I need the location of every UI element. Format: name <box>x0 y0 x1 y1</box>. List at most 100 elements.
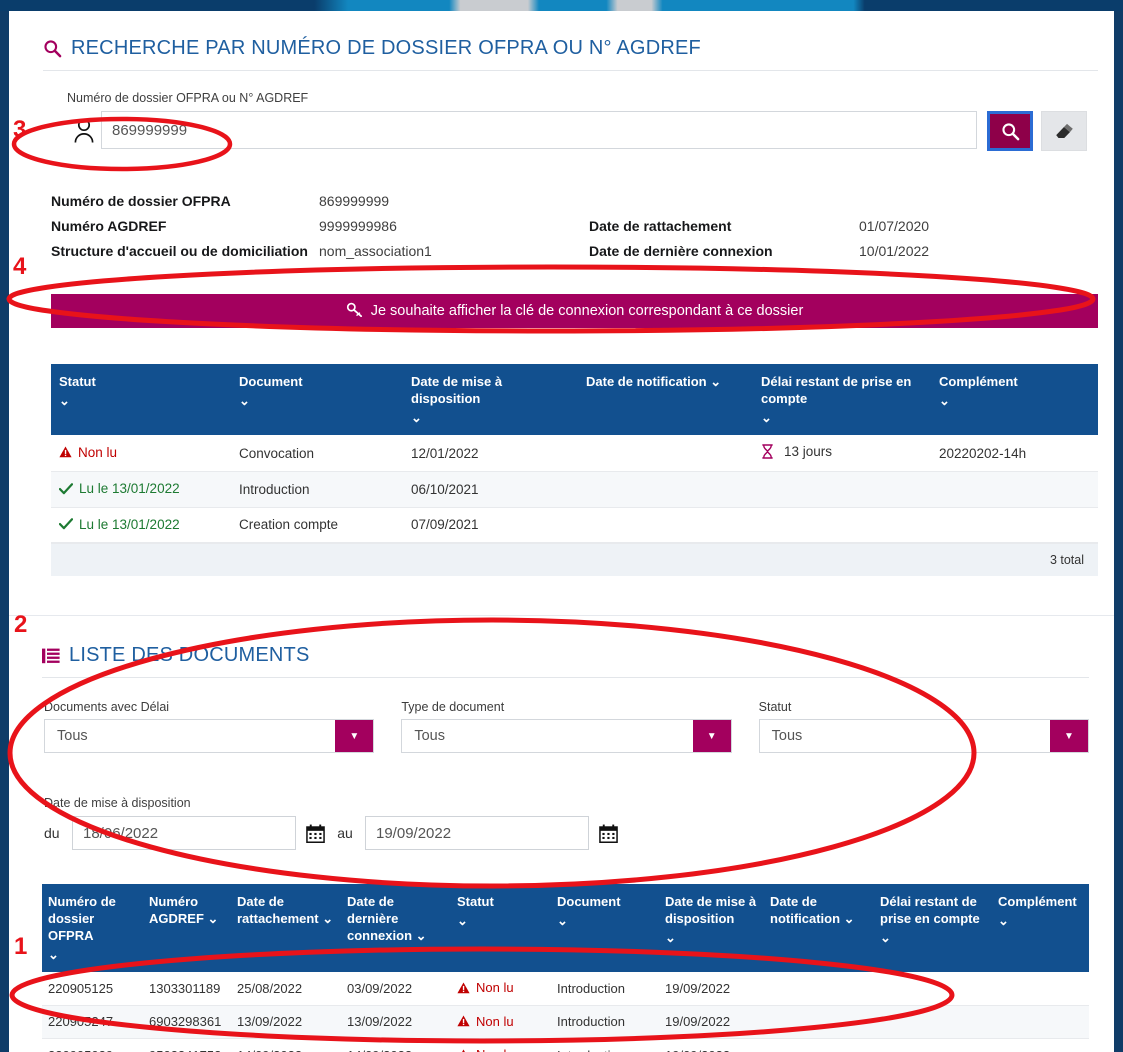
detail-value-derniere-connexion: 10/01/2022 <box>859 243 1059 260</box>
show-connection-key-label: Je souhaite afficher la clé de connexion… <box>371 303 804 319</box>
col-label: Date de notification <box>770 894 840 926</box>
cell-date-notif <box>578 472 753 508</box>
search-button[interactable] <box>987 111 1033 151</box>
window-right-border <box>1114 11 1123 1052</box>
date-range-label: Date de mise à disposition <box>44 796 664 810</box>
check-icon <box>59 518 73 530</box>
col-delai[interactable]: Délai restant de prise en compte ⌄ <box>753 364 931 435</box>
col-statut[interactable]: Statut ⌄ <box>451 884 551 972</box>
date-range-filter: Date de mise à disposition du au <box>44 796 664 850</box>
col-label: Statut <box>457 894 494 909</box>
filter-label: Type de document <box>401 700 731 714</box>
filter-select-documents-avec-delai[interactable]: Tous ▼ <box>44 719 374 753</box>
col-date-mise[interactable]: Date de mise à disposition ⌄ <box>403 364 578 435</box>
col-numero-dossier-ofpra[interactable]: Numéro de dossier OFPRA⌄ <box>42 884 143 972</box>
chevron-down-icon[interactable]: ⌄ <box>416 928 427 943</box>
search-icon <box>43 39 62 58</box>
chevron-down-icon[interactable]: ⌄ <box>557 912 653 929</box>
status-badge-read: Lu le 13/01/2022 <box>59 517 180 532</box>
cell-connexion: 03/09/2022 <box>341 972 451 1005</box>
chevron-down-icon[interactable]: ⌄ <box>239 392 395 409</box>
col-delai-label: Délai restant de prise en compte <box>761 374 911 406</box>
erase-button[interactable] <box>1041 111 1087 151</box>
filter-value: Tous <box>402 720 692 752</box>
cell-document: Introduction <box>551 972 659 1005</box>
detail-value-ofpra: 869999999 <box>319 193 589 210</box>
warning-icon <box>457 1015 470 1027</box>
col-date-mise-label: Date de mise à disposition <box>411 374 502 406</box>
col-document[interactable]: Document⌄ <box>231 364 403 435</box>
col-delai-restant[interactable]: Délai restant de prise en compte⌄ <box>874 884 992 972</box>
documents-list-thead: Numéro de dossier OFPRA⌄ Numéro AGDREF ⌄… <box>42 884 1089 972</box>
date-to-input[interactable] <box>365 816 589 850</box>
chevron-down-icon[interactable]: ⌄ <box>665 929 758 946</box>
cell-connexion: 14/09/2022 <box>341 1039 451 1052</box>
filter-select-statut[interactable]: Tous ▼ <box>759 719 1089 753</box>
date-from-input[interactable] <box>72 816 296 850</box>
col-date-derniere-connexion[interactable]: Date de dernière connexion ⌄ <box>341 884 451 972</box>
top-strip-right-edge <box>1114 0 1123 11</box>
table-row[interactable]: Lu le 13/01/2022 Introduction 06/10/2021 <box>51 472 1098 508</box>
table-row[interactable]: Non lu Convocation 12/01/2022 13 jours <box>51 435 1098 472</box>
status-text: Non lu <box>476 1014 514 1029</box>
filter-documents-avec-delai: Documents avec Délai Tous ▼ <box>44 700 374 753</box>
col-document[interactable]: Document⌄ <box>551 884 659 972</box>
detail-value-rattachement: 01/07/2020 <box>859 218 1059 235</box>
status-text: Lu le 13/01/2022 <box>79 481 180 496</box>
col-numero-agdref[interactable]: Numéro AGDREF ⌄ <box>143 884 231 972</box>
col-complement[interactable]: Complément⌄ <box>931 364 1098 435</box>
cell-rattachement: 14/09/2022 <box>231 1039 341 1052</box>
chevron-down-icon[interactable]: ⌄ <box>48 946 137 963</box>
col-statut[interactable]: Statut⌄ <box>51 364 231 435</box>
annotation-number-4: 4 <box>13 255 26 279</box>
chevron-down-icon[interactable]: ▼ <box>335 720 373 752</box>
chevron-down-icon[interactable]: ⌄ <box>761 409 923 426</box>
col-date-notif[interactable]: Date de notification ⌄ <box>578 364 753 435</box>
filter-select-type-de-document[interactable]: Tous ▼ <box>401 719 731 753</box>
cell-date-notif <box>764 972 874 1005</box>
table-row[interactable]: 220905029 9503241752 14/09/2022 14/09/20… <box>42 1039 1089 1052</box>
cell-delai <box>874 1039 992 1052</box>
chevron-down-icon[interactable]: ▼ <box>1050 720 1088 752</box>
chevron-down-icon[interactable]: ⌄ <box>880 929 986 946</box>
status-badge-unread: Non lu <box>457 1047 514 1052</box>
col-label: Date de rattachement <box>237 894 319 926</box>
date-from-prefix: du <box>44 825 62 841</box>
chevron-down-icon[interactable]: ⌄ <box>844 911 855 926</box>
cell-date-notif <box>578 507 753 543</box>
col-date-rattachement[interactable]: Date de rattachement ⌄ <box>231 884 341 972</box>
table-row[interactable]: 220905247 6903298361 13/09/2022 13/09/20… <box>42 1005 1089 1039</box>
check-icon <box>59 483 73 495</box>
chevron-down-icon[interactable]: ⌄ <box>411 409 570 426</box>
col-date-notification[interactable]: Date de notification ⌄ <box>764 884 874 972</box>
chevron-down-icon[interactable]: ⌄ <box>457 912 545 929</box>
list-icon <box>42 648 60 664</box>
chevron-down-icon[interactable]: ⌄ <box>998 912 1083 929</box>
show-connection-key-button[interactable]: Je souhaite afficher la clé de connexion… <box>51 294 1098 328</box>
table-row[interactable]: 220905125 1303301189 25/08/2022 03/09/20… <box>42 972 1089 1005</box>
col-date-mise-a-disposition[interactable]: Date de mise à disposition⌄ <box>659 884 764 972</box>
chevron-down-icon[interactable]: ⌄ <box>208 911 219 926</box>
cell-rattachement: 13/09/2022 <box>231 1005 341 1039</box>
calendar-icon[interactable] <box>599 824 618 843</box>
page-content: RECHERCHE PAR NUMÉRO DE DOSSIER OFPRA OU… <box>9 11 1114 1052</box>
search-input[interactable] <box>101 111 977 149</box>
chevron-down-icon[interactable]: ⌄ <box>322 911 333 926</box>
hourglass-icon <box>761 444 774 459</box>
chevron-down-icon[interactable]: ⌄ <box>710 374 721 389</box>
cell-agdref: 6903298361 <box>143 1005 231 1039</box>
filter-label: Statut <box>759 700 1089 714</box>
annotation-number-3: 3 <box>13 118 26 142</box>
cell-delai <box>753 472 931 508</box>
documents-list-table: Numéro de dossier OFPRA⌄ Numéro AGDREF ⌄… <box>42 884 1089 1052</box>
table-row[interactable]: Lu le 13/01/2022 Creation compte 07/09/2… <box>51 507 1098 543</box>
chevron-down-icon[interactable]: ⌄ <box>939 392 1090 409</box>
warning-icon <box>457 982 470 994</box>
browser-top-strip <box>0 0 1123 11</box>
chevron-down-icon[interactable]: ▼ <box>693 720 731 752</box>
col-complement[interactable]: Complément⌄ <box>992 884 1089 972</box>
calendar-icon[interactable] <box>306 824 325 843</box>
cell-ofpra: 220905247 <box>42 1005 143 1039</box>
chevron-down-icon[interactable]: ⌄ <box>59 392 223 409</box>
detail-value-structure: nom_association1 <box>319 243 589 260</box>
